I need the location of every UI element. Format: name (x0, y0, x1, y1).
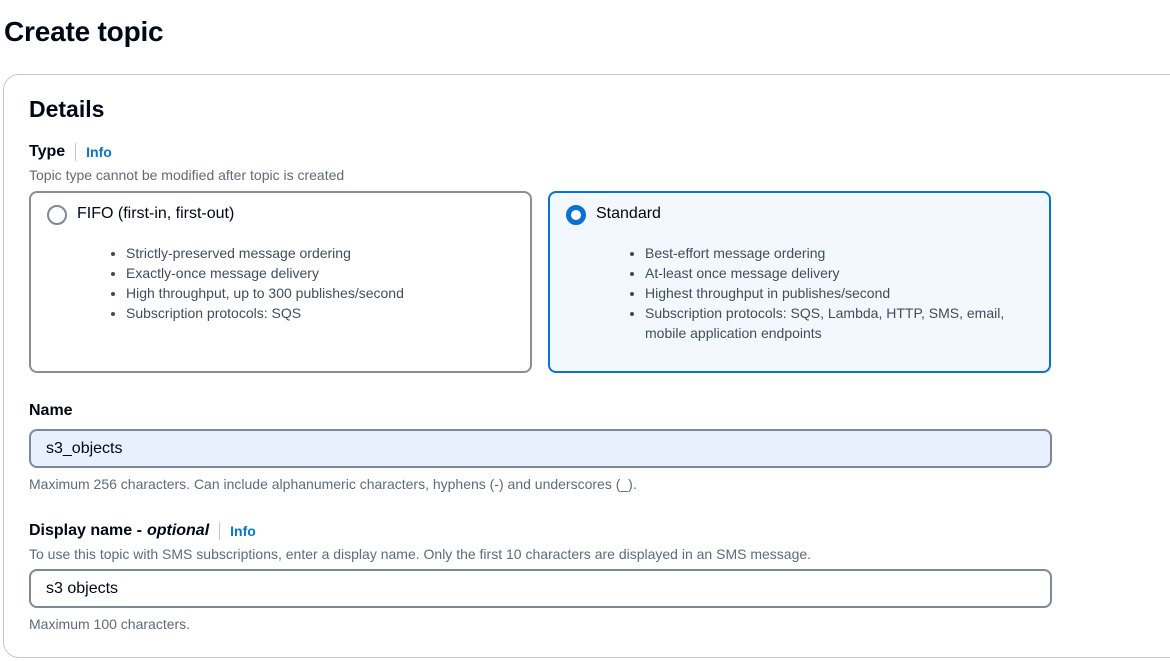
list-item: High throughput, up to 300 publishes/sec… (126, 283, 516, 303)
tile-fifo[interactable]: FIFO (first-in, first-out) Strictly-pres… (29, 191, 532, 373)
name-hint: Maximum 256 characters. Can include alph… (29, 476, 637, 492)
list-item: Best-effort message ordering (645, 243, 1035, 263)
tile-fifo-title: FIFO (first-in, first-out) (77, 205, 235, 222)
list-item: Subscription protocols: SQS (126, 303, 516, 323)
display-name-description: To use this topic with SMS subscriptions… (29, 546, 812, 562)
tile-standard-title: Standard (596, 205, 661, 222)
display-name-hint: Maximum 100 characters. (29, 616, 191, 632)
list-item: Exactly-once message delivery (126, 263, 516, 283)
section-title: Details (29, 96, 105, 122)
radio-standard[interactable] (566, 205, 586, 225)
type-info-link[interactable]: Info (86, 144, 112, 160)
radio-fifo[interactable] (47, 205, 67, 225)
name-label: Name (29, 402, 73, 420)
standard-feature-list: Best-effort message ordering At-least on… (625, 243, 1035, 343)
tile-standard[interactable]: Standard Best-effort message ordering At… (548, 191, 1051, 373)
divider (75, 143, 77, 161)
type-description: Topic type cannot be modified after topi… (29, 167, 345, 183)
name-input[interactable]: s3_objects (29, 429, 1052, 468)
list-item: Highest throughput in publishes/second (645, 283, 1035, 303)
list-item: At-least once message delivery (645, 263, 1035, 283)
display-name-label: Display name - (29, 522, 142, 539)
type-label-row: Type Info (29, 143, 112, 161)
display-name-info-link[interactable]: Info (230, 523, 256, 539)
divider (219, 522, 221, 540)
optional-marker: optional (146, 522, 210, 539)
display-name-label-row: Display name - optional Info (29, 522, 256, 540)
display-name-input[interactable]: s3 objects (29, 569, 1052, 608)
type-label: Type (29, 143, 66, 160)
name-label-text: Name (29, 402, 73, 419)
page-title: Create topic (4, 16, 164, 47)
list-item: Strictly-preserved message ordering (126, 243, 516, 263)
list-item: Subscription protocols: SQS, Lambda, HTT… (645, 303, 1035, 343)
fifo-feature-list: Strictly-preserved message ordering Exac… (106, 243, 516, 323)
